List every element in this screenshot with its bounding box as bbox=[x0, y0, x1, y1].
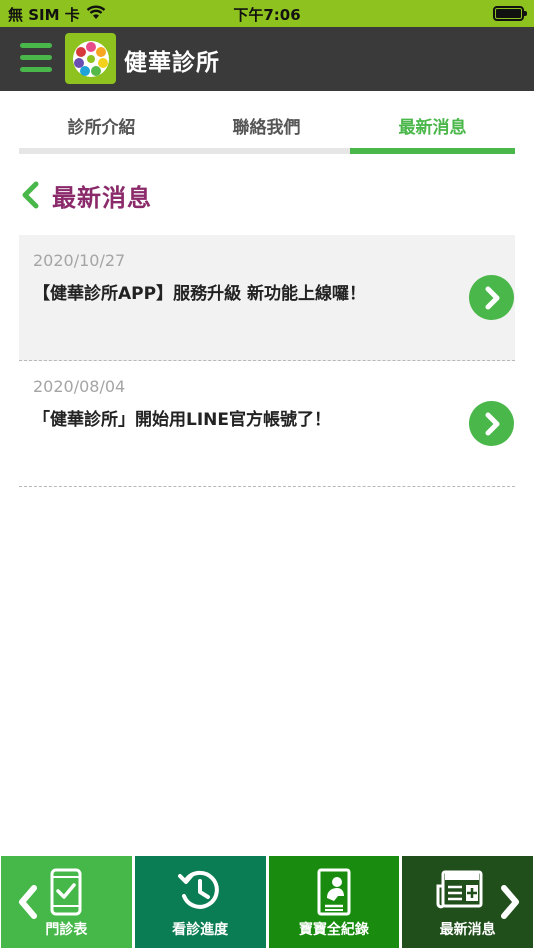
nav-label: 寶寶全紀錄 bbox=[298, 922, 369, 938]
status-time: 下午7:06 bbox=[233, 6, 301, 24]
nav-latest-news[interactable]: 最新消息 bbox=[402, 856, 533, 948]
nav-label: 看診進度 bbox=[172, 922, 229, 938]
chevron-right-icon[interactable] bbox=[469, 275, 514, 320]
news-date: 2020/10/27 bbox=[33, 251, 126, 270]
clinic-logo bbox=[65, 33, 116, 84]
nav-label: 最新消息 bbox=[439, 922, 496, 938]
news-title: 「健華診所」開始用LINE官方帳號了！ bbox=[33, 410, 331, 430]
section-header: 最新消息 bbox=[19, 180, 152, 212]
clock-history-icon bbox=[177, 868, 223, 918]
news-title: 【健華診所APP】服務升級 新功能上線囉！ bbox=[33, 284, 366, 304]
app-title: 健華診所 bbox=[124, 50, 220, 76]
menu-icon[interactable] bbox=[20, 43, 52, 73]
tab-active-indicator bbox=[350, 148, 515, 154]
tab-bar: 診所介紹 聯絡我們 最新消息 bbox=[19, 91, 515, 154]
news-list: 2020/10/27 【健華診所APP】服務升級 新功能上線囉！ 2020/08… bbox=[19, 235, 515, 487]
tab-latest-news[interactable]: 最新消息 bbox=[350, 91, 515, 154]
battery-icon bbox=[493, 6, 527, 21]
baby-record-icon bbox=[316, 868, 352, 920]
chevron-right-icon[interactable] bbox=[499, 884, 521, 920]
nav-clinic-schedule[interactable]: 門診表 bbox=[1, 856, 132, 948]
bottom-nav: 門診表 看診進度 寶寶全紀錄 最新消息 bbox=[0, 856, 534, 950]
chevron-right-icon[interactable] bbox=[469, 401, 514, 446]
section-title: 最新消息 bbox=[52, 183, 152, 212]
nav-label: 門診表 bbox=[45, 922, 88, 938]
newspaper-icon bbox=[435, 868, 485, 916]
chevron-left-icon[interactable] bbox=[17, 884, 39, 920]
nav-visit-progress[interactable]: 看診進度 bbox=[134, 856, 266, 948]
app-header: 健華診所 bbox=[0, 27, 534, 91]
tab-contact-us[interactable]: 聯絡我們 bbox=[184, 91, 349, 154]
nav-baby-record[interactable]: 寶寶全紀錄 bbox=[268, 856, 400, 948]
status-bar: 無 SIM 卡 下午7:06 bbox=[0, 0, 534, 27]
back-chevron-icon[interactable] bbox=[19, 180, 43, 210]
news-date: 2020/08/04 bbox=[33, 377, 126, 396]
news-list-item[interactable]: 2020/10/27 【健華診所APP】服務升級 新功能上線囉！ bbox=[19, 235, 515, 361]
news-list-item[interactable]: 2020/08/04 「健華診所」開始用LINE官方帳號了！ bbox=[19, 361, 515, 487]
phone-check-icon bbox=[49, 868, 83, 920]
tab-clinic-intro[interactable]: 診所介紹 bbox=[19, 91, 184, 154]
